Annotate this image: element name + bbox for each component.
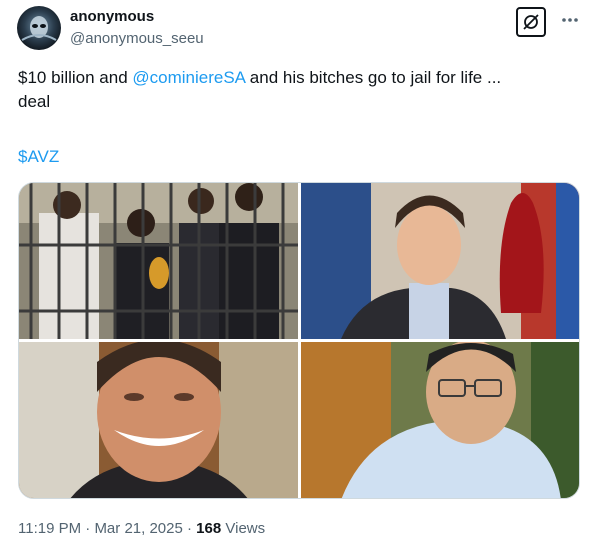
cashtag-link[interactable]: $AVZ xyxy=(18,147,59,166)
tweet-time[interactable]: 11:19 PM xyxy=(18,520,81,537)
mention-link[interactable]: @cominiereSA xyxy=(132,68,245,87)
media-photo-top-left[interactable] xyxy=(19,183,298,339)
tweet-date[interactable]: Mar 21, 2025 xyxy=(94,520,182,537)
alien-mask-avatar-icon xyxy=(21,16,57,41)
media-photo-top-right[interactable] xyxy=(301,183,579,339)
author-handle[interactable]: @anonymous_seeu xyxy=(70,29,204,49)
grok-icon xyxy=(523,14,539,30)
tweet-text-part: $10 billion and xyxy=(18,68,133,87)
more-button[interactable] xyxy=(560,10,580,30)
media-photo-bottom-left[interactable] xyxy=(19,342,298,498)
meta-separator: · xyxy=(187,520,192,537)
media-photo-bottom-right[interactable] xyxy=(301,342,579,498)
tweet-text: $10 billion and @cominiereSA and his bit… xyxy=(18,66,578,114)
avatar[interactable] xyxy=(17,6,61,50)
meta-separator: · xyxy=(85,520,91,537)
cashtag-line: $AVZ xyxy=(18,145,59,169)
views-count: 168 xyxy=(196,520,222,537)
media-grid xyxy=(18,182,580,499)
views-label: Views xyxy=(225,520,266,537)
grok-button[interactable] xyxy=(516,7,546,37)
more-icon xyxy=(562,18,578,22)
tweet-meta: 11:19 PM · Mar 21, 2025 · 168 Views xyxy=(18,519,265,539)
author-display-name[interactable]: anonymous xyxy=(70,7,154,27)
